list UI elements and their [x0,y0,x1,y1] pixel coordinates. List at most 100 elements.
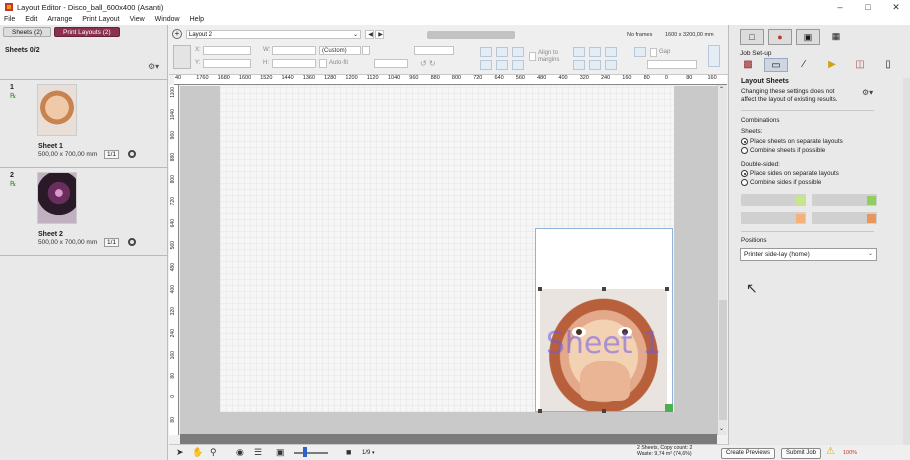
autofit-checkbox[interactable] [319,59,327,68]
distribute-h-button[interactable] [573,47,585,57]
minimize-button[interactable]: – [826,0,854,14]
chevron-down-icon[interactable] [362,46,370,55]
book-icon[interactable]: ◫ [848,58,872,72]
gap-icon[interactable] [634,47,646,57]
radio-separate-sides[interactable]: Place sides on separate layouts [741,170,839,177]
chevron-down-icon[interactable]: ▾ [372,450,375,456]
radio-button[interactable] [741,138,748,145]
radio-combine-sides[interactable]: Combine sides if possible [741,179,821,186]
chevron-down-icon[interactable]: ⌄ [719,425,724,432]
scroll-thumb[interactable] [719,300,727,420]
menu-edit[interactable]: Edit [25,16,37,23]
layout-select[interactable]: Layout 2 ⌄ [186,30,361,39]
preview-icon[interactable]: ▣ [796,29,820,45]
x-input[interactable] [203,46,251,55]
space-v-button[interactable] [589,60,601,70]
menu-window[interactable]: Window [155,16,180,23]
maximize-button[interactable]: □ [854,0,882,14]
align-top-button[interactable] [480,60,492,70]
gap-checkbox[interactable] [650,48,657,57]
radio-combine-sheets[interactable]: Combine sheets if possible [741,147,825,154]
sheet-thumbnail[interactable] [37,172,77,224]
tab-sheets[interactable]: Sheets (2) [3,27,51,37]
gap-input[interactable] [647,60,697,69]
resize-handle[interactable] [538,287,542,291]
resize-handle[interactable] [602,287,606,291]
toggle-icon[interactable] [128,238,136,246]
binding-option-1f[interactable] [741,194,806,206]
next-layout-button[interactable]: ▶ [375,30,384,39]
menu-arrange[interactable]: Arrange [47,16,72,23]
resize-handle[interactable] [665,287,669,291]
menu-view[interactable]: View [130,16,145,23]
knife-icon[interactable]: ∕ [792,58,816,72]
chevron-up-icon[interactable]: ⌃ [719,86,724,93]
y-input[interactable] [203,59,251,68]
h-input[interactable] [272,59,316,68]
fit-icon[interactable]: ▣ [276,447,285,458]
tab-print-layouts[interactable]: Print Layouts (2) [54,27,120,37]
resize-handle[interactable] [602,409,606,413]
positions-select[interactable]: Printer side-lay (home) ⌄ [740,248,877,261]
zoom-slider-track[interactable] [294,452,328,454]
page-icon[interactable]: ▯ [876,58,900,72]
radio-button[interactable] [741,170,748,177]
binding-option-2f[interactable] [741,212,806,224]
page-indicator[interactable]: 1/9 [362,450,370,456]
w-input[interactable] [272,46,316,55]
fit-frames-button[interactable] [708,45,720,67]
anchor-grid-icon[interactable] [173,45,191,69]
rotation-input[interactable] [374,59,408,68]
size-preset-select[interactable]: (Custom) [319,46,361,55]
distribute-space-button[interactable] [605,47,617,57]
canvas-scrollbar-vertical[interactable]: ⌃ ⌄ [717,85,727,435]
marks-icon[interactable]: ▶ [820,58,844,72]
align-bottom-button[interactable] [512,60,524,70]
canvas-scrollbar-horizontal[interactable] [180,434,717,444]
settings-sliders-icon[interactable]: ☰ [254,447,262,458]
eye-icon[interactable]: ◉ [236,447,244,458]
film-icon[interactable]: ▦ [824,29,848,45]
menu-print-layout[interactable]: Print Layout [82,16,119,23]
add-layout-icon[interactable]: + [172,29,182,39]
zoom-slider-thumb[interactable] [303,447,307,457]
space-h-button[interactable] [573,60,585,70]
orientation-select[interactable] [414,46,454,55]
sheet-thumbnail[interactable] [37,84,77,136]
submit-job-button[interactable]: Submit Job [781,448,822,459]
menu-file[interactable]: File [4,16,15,23]
list-item[interactable]: 1 ℞ Sheet 1 500,00 x 700,00 mm 1/1 [0,79,168,167]
align-right-button[interactable] [512,47,524,57]
rotate-icon[interactable]: ↺ ↻ [420,59,436,68]
radio-button[interactable] [741,147,748,154]
align-center-button[interactable] [496,47,508,57]
gear-icon[interactable]: ⚙▾ [862,88,873,97]
align-middle-button[interactable] [496,60,508,70]
pointer-icon[interactable]: ➤ [176,447,184,458]
hand-icon[interactable]: ✋ [192,447,203,458]
prev-layout-button[interactable]: ◀ [365,30,374,39]
zoom-icon[interactable]: ⚲ [210,447,217,458]
space-even-button[interactable] [605,60,617,70]
printer-icon[interactable]: ▩ [736,58,760,72]
menu-help[interactable]: Help [190,16,204,23]
layout-icon[interactable]: □ [740,29,764,45]
zoom-level[interactable]: 100% [843,450,857,456]
list-item[interactable]: 2 ℞ Sheet 2 500,00 x 700,00 mm 1/1 [0,167,168,255]
palette-icon[interactable]: ● [768,29,792,45]
radio-separate-sheets[interactable]: Place sheets on separate layouts [741,138,843,145]
align-margins-checkbox[interactable] [529,52,536,61]
align-left-button[interactable] [480,47,492,57]
layout-sheets-icon[interactable]: ▭ [764,58,788,72]
create-previews-button[interactable]: Create Previews [721,448,776,459]
warning-icon[interactable]: ⚠ [826,446,835,457]
radio-button[interactable] [741,179,748,186]
panel-scrollbar[interactable] [903,78,910,445]
distribute-v-button[interactable] [589,47,601,57]
binding-option-2b[interactable] [812,212,877,224]
resize-handle[interactable] [538,409,542,413]
binding-option-1b[interactable] [812,194,877,206]
close-button[interactable]: ✕ [882,0,910,14]
gear-icon[interactable]: ⚙▾ [148,62,159,71]
toggle-icon[interactable] [128,150,136,158]
